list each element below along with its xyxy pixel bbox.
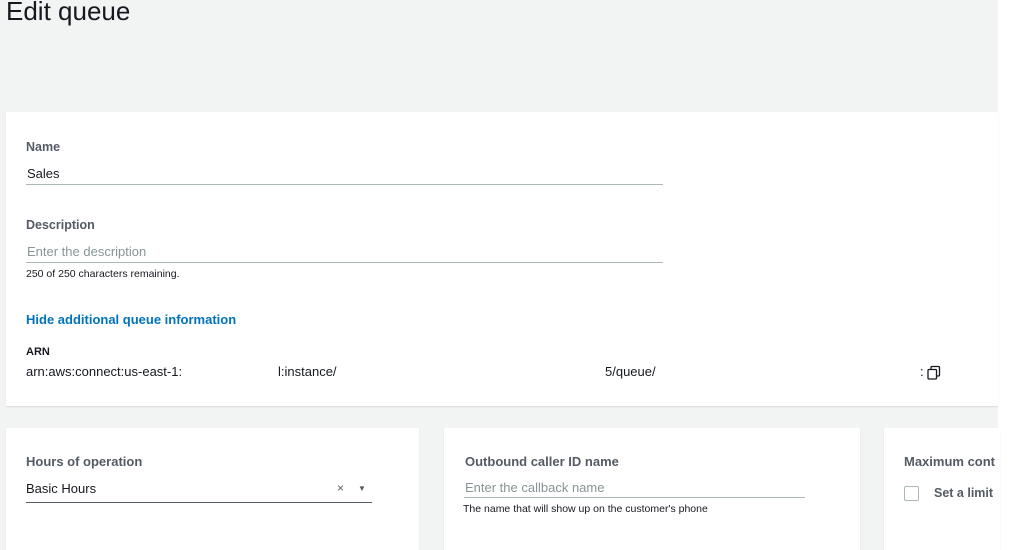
hours-select-underline [26,502,372,503]
outbound-caller-underline [464,497,805,498]
arn-redacted-queue [672,364,920,382]
outbound-caller-input[interactable]: Enter the callback name [465,480,604,495]
description-label: Description [26,218,95,232]
arn-queue-part: 5/queue/ [605,364,656,379]
arn-redacted-instance [348,364,610,382]
section-header-strip [6,62,998,113]
arn-label: ARN [26,346,50,358]
chevron-down-icon[interactable]: ▼ [358,484,366,493]
outbound-caller-label: Outbound caller ID name [465,454,619,469]
arn-value: arn:aws:connect:us-east-1: l:instance/ 5… [26,364,946,382]
description-input[interactable]: Enter the description [27,244,146,259]
name-underline [26,184,663,185]
arn-suffix: : [920,364,924,379]
arn-prefix: arn:aws:connect:us-east-1: [26,364,183,379]
right-edge [998,0,1024,550]
hours-of-operation-label: Hours of operation [26,454,143,469]
hide-additional-info-link[interactable]: Hide additional queue information [26,312,236,327]
name-input[interactable]: Sales [27,166,60,181]
name-label: Name [26,140,61,154]
clear-icon[interactable]: × [337,481,344,495]
set-limit-checkbox[interactable] [904,486,919,501]
set-limit-label: Set a limit [934,486,994,500]
arn-instance-part: l:instance/ [278,364,337,379]
page-title: Edit queue [6,0,131,26]
queue-details-panel [6,112,998,406]
hours-of-operation-select[interactable]: Basic Hours [26,481,96,496]
max-contacts-label: Maximum cont [904,454,996,469]
description-char-count: 250 of 250 characters remaining. [26,268,180,280]
description-underline [26,262,663,263]
copy-icon[interactable] [926,365,942,381]
outbound-caller-hint: The name that will show up on the custom… [463,503,708,515]
